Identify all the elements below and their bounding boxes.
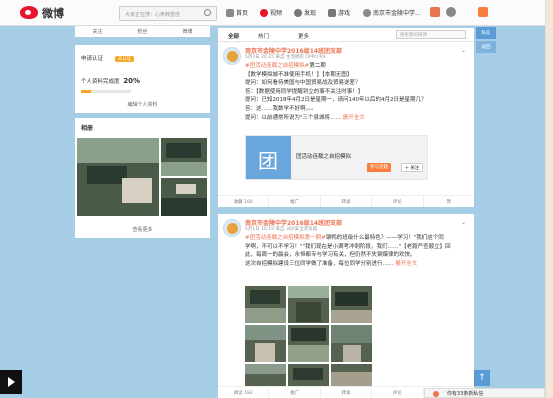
post-photo[interactable] (245, 286, 286, 323)
feed-search-input[interactable]: 搜索我的微博 (396, 30, 466, 39)
private-message-button[interactable]: 私信 (476, 27, 496, 39)
completion-value: 20% (123, 77, 141, 85)
weibo-logo[interactable]: 微博 (20, 4, 80, 22)
repost-button[interactable]: 转发 (321, 196, 373, 207)
tab-fans[interactable]: 粉丝 (137, 28, 147, 35)
join-topic-button[interactable]: 参与话题 (367, 163, 391, 172)
repost-button[interactable]: 转发 (321, 387, 373, 398)
chat-icon (433, 391, 439, 397)
back-to-top-button[interactable]: ↑ (474, 370, 490, 386)
user-icon (363, 8, 371, 17)
play-icon[interactable] (8, 377, 15, 387)
weibo-post: 南京市金陵中学2016级14班团支部 5月1日 16:19 来自 360安全浏览… (218, 214, 474, 398)
discover-icon (294, 8, 302, 17)
topic-image: 团 (246, 136, 291, 179)
comment-button[interactable]: 评论 (372, 387, 424, 398)
search-input[interactable]: 大家正在搜：心疼韩雪佳 (119, 6, 217, 21)
compose-icon[interactable] (478, 7, 488, 17)
promote-button[interactable]: 推广 (269, 387, 321, 398)
chevron-down-icon[interactable]: ⌄ (461, 219, 466, 226)
post-photo[interactable] (245, 325, 286, 362)
post-text: #团活动连载之自招模拟#第二期 【数学模拟城不准使用手机！】【本期无图】 提问：… (245, 63, 427, 121)
scrollbar[interactable] (545, 0, 553, 398)
follow-button[interactable]: + 关注 (401, 163, 424, 172)
album-photo[interactable] (161, 178, 207, 216)
weibo-post: 南京市金陵中学2016级14班团支部 5月3日 20:25 来自 生而拥有 OP… (218, 42, 474, 207)
promote-button[interactable]: 推广 (269, 196, 321, 207)
comment-button[interactable]: 评论 (372, 196, 424, 207)
post-meta: 5月3日 20:25 来自 生而拥有 OPPO R9 (245, 55, 326, 60)
search-icon[interactable] (204, 9, 211, 16)
game-icon (328, 8, 336, 17)
post-meta: 5月1日 16:19 来自 360安全浏览器 (245, 227, 318, 232)
edit-profile-link[interactable]: 编辑个人资料 (75, 101, 210, 108)
nav-game[interactable]: 游戏 (328, 8, 350, 17)
feed-tabs: 全部 热门 更多 搜索我的微博 (218, 28, 474, 44)
post-photo[interactable] (288, 364, 329, 386)
top-nav: 微博 大家正在搜：心疼韩雪佳 首页 视频 发现 游戏 南京市金陵中学... (0, 0, 553, 26)
collect-button[interactable]: 收藏 160 (218, 196, 270, 207)
post-photo[interactable] (331, 364, 372, 386)
nav-profile[interactable]: 南京市金陵中学... (363, 8, 421, 17)
completion-progress (81, 90, 131, 93)
tab-follow[interactable]: 关注 (92, 28, 102, 35)
tab-all[interactable]: 全部 (228, 32, 240, 44)
gear-icon[interactable] (446, 7, 456, 17)
tab-more[interactable]: 更多 (298, 32, 309, 40)
chevron-down-icon[interactable]: ⌄ (461, 47, 466, 54)
topic-card[interactable]: 团 团活动连载之自招模拟 参与话题 + 关注 (245, 135, 428, 180)
video-icon (260, 8, 268, 17)
profile-stats: 关注 粉丝 微博 (75, 26, 210, 37)
weibo-eye-icon (20, 6, 38, 19)
post-photo[interactable] (288, 325, 329, 362)
avatar[interactable] (223, 219, 241, 237)
like-button[interactable]: 赞 (424, 196, 474, 207)
post-text: #团活动连载之自招模拟第一期#钢鸭的班级什么最特色？——学习！"我们这个同 学啊… (245, 235, 451, 267)
back-button[interactable]: 返回 (476, 41, 496, 53)
tab-weibo[interactable]: 微博 (182, 28, 192, 35)
nav-discover[interactable]: 发现 (294, 8, 316, 17)
album-card: 相册 查看更多 (75, 118, 210, 238)
video-player[interactable] (0, 370, 22, 394)
nav-home[interactable]: 首页 (226, 8, 248, 17)
post-actions: 收藏 160 推广 转发 评论 赞 (218, 195, 474, 207)
album-photo[interactable] (77, 138, 159, 216)
post-photo[interactable] (288, 286, 329, 323)
album-more-link[interactable]: 查看更多 (75, 226, 210, 233)
read-count: 阅读 182 (218, 387, 270, 398)
logo-text: 微博 (42, 7, 64, 20)
expand-link[interactable]: 展开全文 (395, 261, 417, 267)
verify-badge[interactable]: 去认证 (114, 56, 135, 62)
nav-video[interactable]: 视频 (260, 8, 282, 17)
home-icon (226, 8, 234, 17)
avatar[interactable] (223, 47, 241, 65)
chat-bar[interactable]: 你有33条新私信 (424, 388, 545, 398)
post-photo[interactable] (245, 364, 286, 386)
album-title: 相册 (81, 125, 94, 132)
topic-title: 团活动连载之自招模拟 (296, 154, 352, 160)
completion-row: 个人资料完成度 20% (81, 77, 141, 85)
tab-hot[interactable]: 热门 (258, 32, 269, 40)
expand-link[interactable]: 展开全文 (343, 115, 365, 121)
message-icon[interactable] (430, 7, 440, 17)
profile-card: 申请认证 去认证 个人资料完成度 20% 编辑个人资料 (75, 45, 210, 113)
post-photo[interactable] (331, 325, 372, 362)
album-photo[interactable] (161, 138, 207, 176)
verify-row: 申请认证 去认证 (81, 54, 135, 62)
post-photo[interactable] (331, 286, 372, 323)
